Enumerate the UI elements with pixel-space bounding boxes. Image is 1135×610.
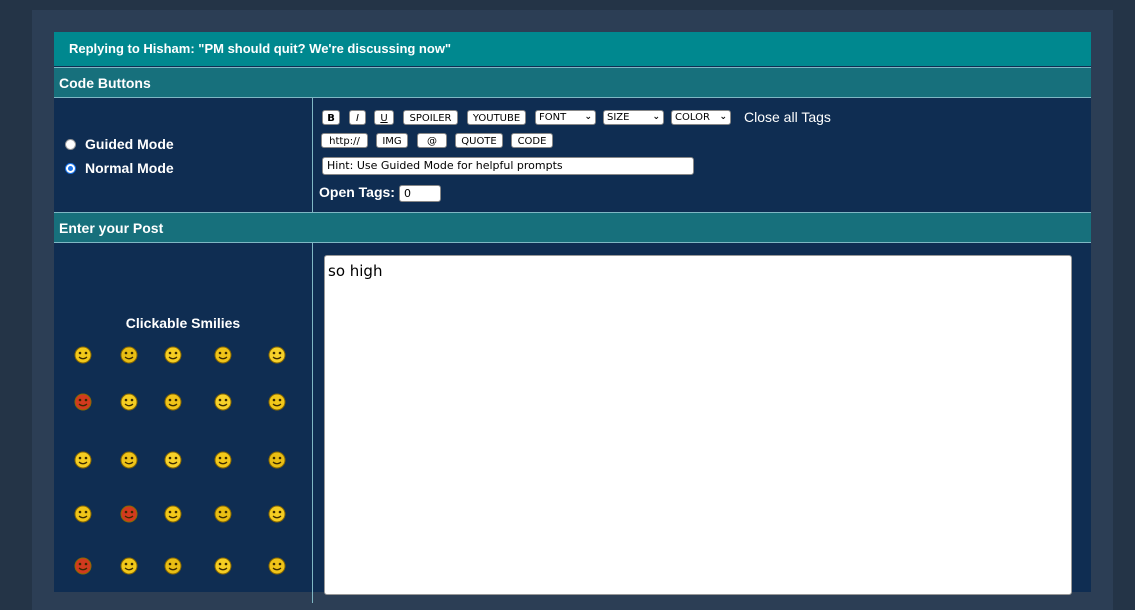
- youtube-button[interactable]: YOUTUBE: [467, 110, 526, 125]
- normal-mode-label: Normal Mode: [85, 160, 174, 176]
- size-select-value: SIZE: [607, 112, 630, 123]
- grin-icon[interactable]: [213, 345, 233, 365]
- guided-mode-label: Guided Mode: [85, 136, 174, 152]
- chevron-down-icon: ⌄: [652, 112, 660, 122]
- italic-button[interactable]: I: [349, 110, 366, 125]
- guided-mode-radio[interactable]: [65, 138, 76, 150]
- smile-icon[interactable]: [73, 345, 93, 365]
- column-divider: [312, 243, 313, 603]
- code-buttons-header: Code Buttons: [54, 67, 1091, 98]
- reply-header: Replying to Hisham: "PM should quit? We'…: [54, 32, 1091, 66]
- reply-form: Replying to Hisham: "PM should quit? We'…: [54, 32, 1091, 603]
- normal-mode-radio[interactable]: [65, 162, 76, 174]
- code-button[interactable]: CODE: [511, 133, 553, 148]
- cheer-icon[interactable]: [267, 556, 287, 576]
- url-button[interactable]: http://: [321, 133, 368, 148]
- chevron-down-icon: ⌄: [584, 112, 592, 122]
- color-select-value: COLOR: [675, 112, 710, 123]
- quote-button[interactable]: QUOTE: [455, 133, 503, 148]
- crying-icon[interactable]: [73, 450, 93, 470]
- scared-icon[interactable]: [119, 450, 139, 470]
- hug-icon[interactable]: [163, 556, 183, 576]
- close-all-tags-link[interactable]: Close all Tags: [744, 109, 831, 125]
- underline-button[interactable]: U: [374, 110, 394, 125]
- mention-button[interactable]: @: [417, 133, 447, 148]
- blush-icon[interactable]: [119, 556, 139, 576]
- normal-mode-option[interactable]: Normal Mode: [65, 160, 174, 176]
- angry-icon[interactable]: [73, 392, 93, 412]
- shocked-icon[interactable]: [163, 504, 183, 524]
- size-select[interactable]: SIZE ⌄: [603, 110, 664, 125]
- dizzy-icon[interactable]: [73, 504, 93, 524]
- enter-post-header: Enter your Post: [54, 212, 1091, 243]
- smilies-title: Clickable Smilies: [125, 315, 241, 331]
- confused-icon[interactable]: [267, 392, 287, 412]
- thinking-icon[interactable]: [163, 450, 183, 470]
- cool-icon[interactable]: [267, 450, 287, 470]
- happy-icon[interactable]: [163, 345, 183, 365]
- wink-icon[interactable]: [267, 504, 287, 524]
- pensive-icon[interactable]: [213, 504, 233, 524]
- bold-button[interactable]: B: [322, 110, 340, 125]
- rolleyes-icon[interactable]: [163, 392, 183, 412]
- font-select-value: FONT: [539, 112, 567, 123]
- img-button[interactable]: IMG: [376, 133, 408, 148]
- sad-icon[interactable]: [119, 345, 139, 365]
- shooting-icon[interactable]: [119, 392, 139, 412]
- font-select[interactable]: FONT ⌄: [535, 110, 596, 125]
- chevron-down-icon: ⌄: [719, 112, 727, 122]
- open-tags-label: Open Tags:: [319, 184, 395, 200]
- hint-field: Hint: Use Guided Mode for helpful prompt…: [322, 157, 694, 175]
- scratch-icon[interactable]: [213, 556, 233, 576]
- post-textarea[interactable]: so high: [324, 255, 1072, 595]
- guided-mode-option[interactable]: Guided Mode: [65, 136, 174, 152]
- open-tags-count: 0: [399, 185, 441, 202]
- mad-icon[interactable]: [119, 504, 139, 524]
- spoiler-button[interactable]: SPOILER: [403, 110, 458, 125]
- rage-icon[interactable]: [73, 556, 93, 576]
- pair-icon[interactable]: [213, 450, 233, 470]
- surprised-icon[interactable]: [213, 392, 233, 412]
- color-select[interactable]: COLOR ⌄: [671, 110, 731, 125]
- laugh-icon[interactable]: [267, 345, 287, 365]
- column-divider: [312, 98, 313, 212]
